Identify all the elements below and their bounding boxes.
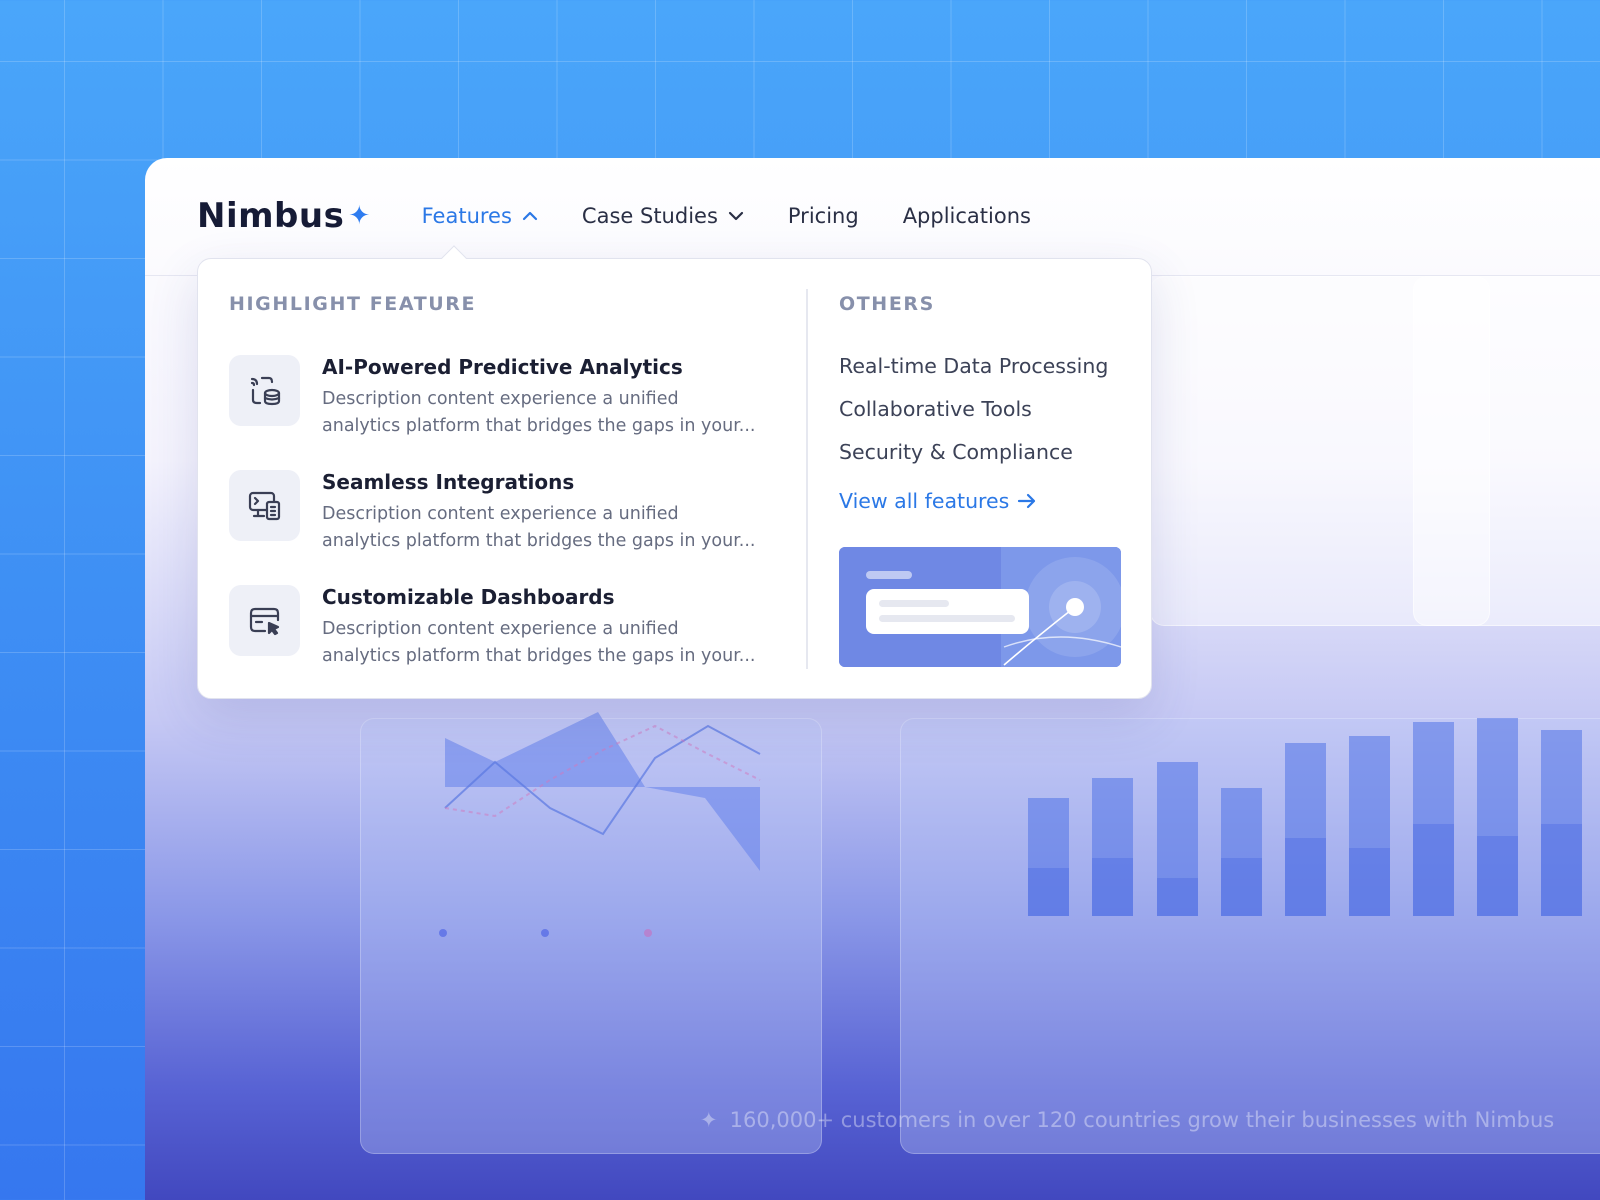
nav-item-label: Features	[421, 204, 512, 228]
sparkle-icon: ✦	[700, 1108, 718, 1132]
feature-item-ai-analytics[interactable]: AI-Powered Predictive Analytics Descript…	[229, 355, 769, 440]
feature-description: Description content experience a unified	[322, 389, 679, 409]
feature-title: Seamless Integrations	[322, 470, 575, 494]
feature-title: AI-Powered Predictive Analytics	[322, 355, 683, 379]
ai-analytics-icon	[229, 355, 300, 426]
arrow-right-icon	[1018, 493, 1036, 509]
column-divider	[806, 289, 808, 669]
nav-item-case-studies[interactable]: Case Studies	[582, 204, 744, 228]
features-dropdown-menu: HIGHLIGHT FEATURE AI-Powered Predictive …	[197, 258, 1152, 699]
view-all-label: View all features	[839, 489, 1010, 513]
trust-statement: ✦ 160,000+ customers in over 120 countri…	[700, 1108, 1554, 1132]
star-icon: ✦	[348, 201, 371, 231]
others-heading: OTHERS	[839, 293, 935, 315]
promo-image[interactable]	[839, 547, 1121, 667]
dashboard-icon	[229, 585, 300, 656]
nav-item-label: Pricing	[787, 204, 859, 228]
feature-description: analytics platform that bridges the gaps…	[322, 531, 756, 551]
feature-item-dashboards[interactable]: Customizable Dashboards Description cont…	[229, 585, 769, 670]
others-column: OTHERS Real-time Data Processing Collabo…	[839, 293, 1129, 513]
top-navigation: Nimbus ✦ Features Case Studies Pricing A…	[197, 196, 1075, 236]
chevron-down-icon	[728, 211, 743, 221]
trust-text: 160,000+ customers in over 120 countries…	[729, 1108, 1555, 1132]
feature-description: Description content experience a unified	[322, 619, 679, 639]
integrations-icon	[229, 470, 300, 541]
highlight-feature-heading: HIGHLIGHT FEATURE	[229, 293, 477, 315]
feature-description: analytics platform that bridges the gaps…	[322, 646, 756, 666]
feature-description: analytics platform that bridges the gaps…	[322, 416, 756, 436]
chevron-up-icon	[522, 211, 538, 221]
nav-item-pricing[interactable]: Pricing	[788, 204, 859, 228]
view-all-features-link[interactable]: View all features	[839, 489, 1129, 513]
feature-title: Customizable Dashboards	[322, 585, 615, 609]
others-link-realtime[interactable]: Real-time Data Processing	[839, 345, 1129, 388]
nav-item-label: Applications	[902, 204, 1031, 228]
brand-logo[interactable]: Nimbus ✦	[197, 196, 371, 236]
feature-item-integrations[interactable]: Seamless Integrations Description conten…	[229, 470, 769, 555]
nav-item-label: Case Studies	[581, 204, 718, 228]
others-link-collaborative[interactable]: Collaborative Tools	[839, 388, 1129, 431]
brand-name: Nimbus	[197, 196, 345, 236]
highlight-feature-column: HIGHLIGHT FEATURE AI-Powered Predictive …	[229, 293, 759, 666]
feature-description: Description content experience a unified	[322, 504, 679, 524]
nav-item-applications[interactable]: Applications	[903, 204, 1031, 228]
nav-item-features[interactable]: Features	[422, 204, 538, 228]
others-link-security[interactable]: Security & Compliance	[839, 431, 1129, 474]
